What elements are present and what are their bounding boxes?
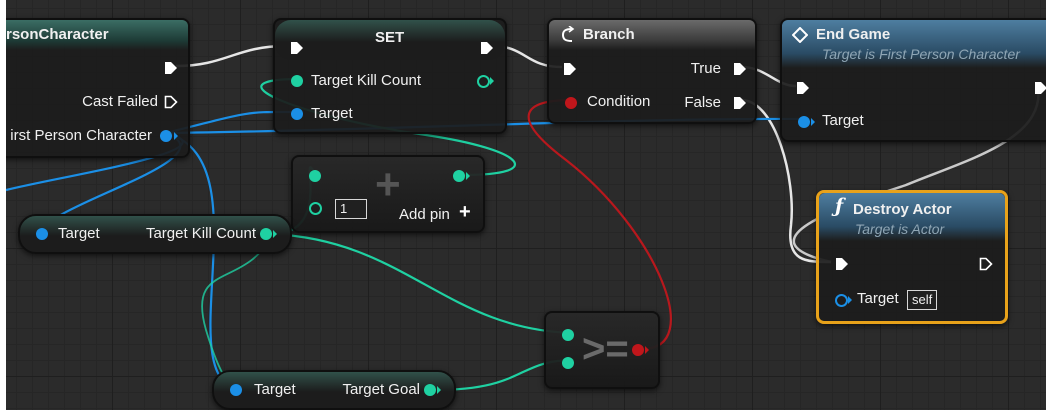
- exec-out-pin-icon[interactable]: [733, 96, 747, 110]
- integer-in-pin[interactable]: [562, 329, 574, 341]
- integer-out-pin[interactable]: [424, 384, 436, 396]
- exec-out-pin-icon[interactable]: [1034, 81, 1046, 95]
- end-game-target-label: Target: [822, 112, 864, 129]
- integer-in-pin[interactable]: [562, 357, 574, 369]
- pin-arrow-icon: [174, 132, 178, 140]
- condition-in-pin[interactable]: [565, 97, 577, 109]
- exec-in-pin-icon[interactable]: [563, 62, 577, 76]
- blueprint-graph[interactable]: rsonCharacter Cast Failed irst Person Ch…: [6, 0, 1046, 410]
- target-in-pin[interactable]: [291, 108, 303, 120]
- exec-in-pin-icon[interactable]: [835, 257, 849, 271]
- integer-in-pin[interactable]: [291, 75, 303, 87]
- pin-arrow-icon: [490, 77, 494, 85]
- exec-out-pin-icon[interactable]: [164, 95, 178, 109]
- add-pin-label[interactable]: Add pin: [399, 206, 450, 223]
- set-node-title: SET: [375, 29, 405, 46]
- branch-icon: [561, 26, 575, 42]
- boolean-out-pin[interactable]: [632, 344, 644, 356]
- integer-wire: [201, 233, 273, 391]
- as-character-label: irst Person Character: [10, 127, 152, 144]
- kill-count-output-label: Target Kill Count: [145, 225, 256, 242]
- set-node[interactable]: SET Target Kill Count Target: [273, 18, 507, 134]
- condition-label: Condition: [587, 93, 651, 110]
- exec-in-pin-icon[interactable]: [290, 41, 304, 55]
- pin-arrow-icon: [848, 296, 852, 304]
- exec-out-pin-icon[interactable]: [733, 62, 747, 76]
- destroy-actor-title: Destroy Actor: [853, 201, 952, 218]
- cast-failed-label: Cast Failed: [82, 93, 158, 110]
- goal-target-label: Target: [254, 381, 296, 398]
- add-pin-plus-icon[interactable]: +: [459, 201, 471, 224]
- function-icon: ƒ: [835, 195, 844, 217]
- integer-wire: [271, 232, 575, 335]
- target-in-pin[interactable]: [230, 384, 242, 396]
- plus-icon: +: [375, 160, 401, 209]
- set-var-label: Target Kill Count: [311, 72, 422, 89]
- exec-wire: [175, 44, 287, 68]
- false-label: False: [684, 94, 721, 111]
- pin-arrow-icon: [645, 346, 649, 354]
- branch-node[interactable]: Branch True Condition False: [547, 18, 757, 124]
- pin-arrow-icon: [466, 172, 470, 180]
- goal-output-label: Target Goal: [342, 381, 420, 398]
- pin-arrow-icon: [811, 118, 815, 126]
- get-kill-count-node[interactable]: Target Target Kill Count: [18, 214, 292, 254]
- integer-in-pin[interactable]: [309, 202, 322, 215]
- end-game-title: End Game: [816, 26, 891, 43]
- self-value-box[interactable]: self: [907, 290, 938, 310]
- cast-node[interactable]: rsonCharacter Cast Failed irst Person Ch…: [6, 18, 190, 158]
- branch-node-title: Branch: [583, 26, 635, 43]
- integer-in-pin[interactable]: [309, 170, 321, 182]
- true-label: True: [690, 60, 721, 77]
- branch-node-header: [549, 20, 755, 50]
- exec-out-pin-icon[interactable]: [480, 41, 494, 55]
- end-game-node[interactable]: End Game Target is First Person Characte…: [780, 18, 1046, 142]
- kill-count-target-label: Target: [58, 225, 100, 242]
- compare-operator: >=: [582, 327, 629, 371]
- add-node[interactable]: 1 + Add pin +: [291, 155, 485, 233]
- integer-out-pin[interactable]: [477, 75, 490, 88]
- exec-in-pin-icon[interactable]: [796, 81, 810, 95]
- event-diamond-icon: [792, 27, 808, 43]
- set-target-label: Target: [311, 105, 353, 122]
- exec-out-pin-icon[interactable]: [164, 61, 178, 75]
- integer-out-pin[interactable]: [453, 170, 465, 182]
- pin-arrow-icon: [273, 230, 277, 238]
- target-in-pin[interactable]: [36, 228, 48, 240]
- end-game-subtitle: Target is First Person Character: [822, 46, 1020, 62]
- object-wire: [165, 131, 242, 392]
- destroy-actor-node[interactable]: ƒ Destroy Actor Target is Actor Target s…: [816, 190, 1008, 324]
- compare-node[interactable]: >=: [544, 311, 660, 389]
- get-goal-node[interactable]: Target Target Goal: [212, 370, 456, 410]
- cast-node-title: rsonCharacter: [6, 26, 109, 43]
- destroy-target-label: Target: [857, 290, 899, 307]
- destroy-actor-subtitle: Target is Actor: [855, 221, 945, 237]
- pin-arrow-icon: [437, 386, 441, 394]
- object-out-pin[interactable]: [160, 130, 172, 142]
- target-in-pin[interactable]: [798, 116, 810, 128]
- default-value-input[interactable]: 1: [335, 199, 367, 219]
- target-in-pin[interactable]: [835, 294, 848, 307]
- integer-out-pin[interactable]: [260, 228, 272, 240]
- exec-out-pin-icon[interactable]: [979, 257, 993, 271]
